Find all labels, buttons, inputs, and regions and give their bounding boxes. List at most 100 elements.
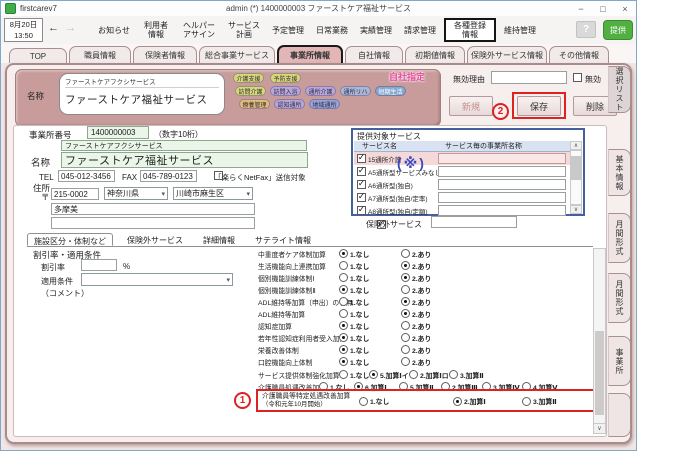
radio-option[interactable]: 1.なし xyxy=(339,345,369,355)
radio-option[interactable]: 2.加算Ⅰ xyxy=(453,396,486,406)
radio-option[interactable]: 2.あり xyxy=(401,285,431,295)
tab-shokuin-jouhou[interactable]: 職員情報 xyxy=(69,46,131,63)
menu-yotei-kanri[interactable]: 予定管理 xyxy=(268,26,308,35)
radio-option[interactable]: 1.なし xyxy=(339,285,369,295)
tel-input[interactable]: 045-012-3456 xyxy=(58,170,115,182)
radio-option[interactable]: 3.加算Ⅱ xyxy=(522,396,557,406)
furigana-input[interactable]: ファーストケアフクシサービス xyxy=(61,140,307,151)
radio-option[interactable]: 1.なし xyxy=(339,249,369,259)
scroll-down-button[interactable]: ∨ xyxy=(570,205,582,214)
postal-input[interactable]: 215-0002 xyxy=(51,188,99,200)
tab-hokengai-service-jouhou[interactable]: 保険外サービス情報 xyxy=(467,46,547,63)
scroll-down-button[interactable]: ∨ xyxy=(593,423,606,434)
service-checkbox[interactable]: ✓ xyxy=(357,193,366,202)
tab-jisha-jouhou[interactable]: 自社情報 xyxy=(345,46,403,63)
radio-option[interactable]: 2.加算Ⅰロ xyxy=(409,370,449,380)
office-number-input[interactable]: 1400000003 xyxy=(87,126,149,139)
date-time-display[interactable]: 8月20日 13:50 xyxy=(4,18,43,42)
service-office-input[interactable] xyxy=(438,192,566,203)
radio-option[interactable]: 3.加算Ⅱ xyxy=(449,370,484,380)
menu-iji-kanri[interactable]: 維持管理 xyxy=(500,26,540,35)
scroll-up-button[interactable]: ∧ xyxy=(570,141,582,150)
fax-input[interactable]: 045-789-0123 xyxy=(140,170,197,182)
invalid-checkbox[interactable] xyxy=(573,73,582,82)
provide-button[interactable]: 提供 xyxy=(603,20,633,40)
service-checkbox[interactable]: ✓ xyxy=(357,180,366,189)
forward-arrow-icon[interactable]: → xyxy=(65,22,76,34)
service-office-input[interactable] xyxy=(438,179,566,190)
side-tab-blank[interactable] xyxy=(608,393,631,437)
name-input[interactable]: ファーストケア福祉サービス xyxy=(61,152,308,168)
radio-option[interactable]: 1.なし xyxy=(339,333,369,343)
radio-option[interactable]: 5.加算Ⅰイ xyxy=(369,370,409,380)
chevron-down-icon: ▾ xyxy=(246,190,250,198)
service-checkbox[interactable]: ✓ xyxy=(357,206,366,215)
badge-houmon-nyuuyoku: 訪問入浴 xyxy=(270,86,301,96)
radio-option[interactable]: 2.あり xyxy=(401,297,431,307)
minimize-button[interactable]: − xyxy=(570,2,592,16)
address-line2-input[interactable] xyxy=(51,217,255,229)
fax-label: FAX xyxy=(122,173,137,182)
outside-service-input[interactable] xyxy=(431,216,517,228)
service-office-input[interactable] xyxy=(438,153,566,164)
side-tab-kihon-jouhou[interactable]: 基本情報 xyxy=(608,149,631,196)
tab-sonota-jouhou[interactable]: その他情報 xyxy=(549,46,609,63)
scrollbar-thumb[interactable] xyxy=(595,331,604,415)
radio-option[interactable]: 2.あり xyxy=(401,321,431,331)
side-tab-gekkan-keishiki-2[interactable]: 月間形式 xyxy=(608,273,631,323)
radio-option[interactable]: 2.あり xyxy=(401,261,431,271)
radio-option[interactable]: 2.あり xyxy=(401,333,431,343)
window-title: admin (*) 1400000003 ファーストケア福祉サービス xyxy=(1,3,636,14)
menu-helper-assign[interactable]: ヘルパーアサイン xyxy=(178,21,220,39)
service-office-input[interactable] xyxy=(438,166,566,177)
prefecture-select[interactable]: 神奈川県 ▾ xyxy=(104,187,168,200)
menu-oshirase[interactable]: お知らせ xyxy=(94,26,134,35)
radio-option[interactable]: 1.なし xyxy=(339,321,369,331)
discount-rate-input[interactable] xyxy=(81,259,117,271)
subtab-shisetsu-kubun-selected[interactable]: 施設区分・体制など xyxy=(27,233,113,246)
radio-option[interactable]: 2.あり xyxy=(401,309,431,319)
city-select[interactable]: 川崎市麻生区 ▾ xyxy=(173,187,253,200)
service-office-input[interactable] xyxy=(438,205,566,216)
back-arrow-icon[interactable]: ← xyxy=(48,22,59,34)
help-button[interactable]: ? xyxy=(576,21,596,38)
new-button[interactable]: 新規 xyxy=(449,96,493,116)
side-tab-sentaku-list[interactable]: 選択リスト xyxy=(608,66,631,113)
radio-option[interactable]: 1.なし xyxy=(339,297,369,307)
service-checkbox[interactable]: ✓ xyxy=(357,154,366,163)
subtab-shousai-jouhou[interactable]: 詳細情報 xyxy=(197,233,241,246)
menu-service-keikaku[interactable]: サービス計画 xyxy=(224,21,264,39)
tab-top[interactable]: TOP xyxy=(9,48,67,63)
tab-shokichi-jouhou[interactable]: 初期値情報 xyxy=(405,46,465,63)
tab-hokensha-jouhou[interactable]: 保険者情報 xyxy=(133,46,197,63)
radio-option[interactable]: 2.あり xyxy=(401,345,431,355)
radio-option[interactable]: 2.あり xyxy=(401,357,431,367)
close-button[interactable]: × xyxy=(614,2,636,16)
tab-sougou-jigyou-service[interactable]: 総合事業サービス xyxy=(199,46,275,63)
tokutei-shoguu-sublabel: （令和元年10月開始） xyxy=(262,399,327,408)
side-tab-gekkan-keishiki-1[interactable]: 月間形式 xyxy=(608,213,631,263)
apply-condition-select[interactable]: ▾ xyxy=(81,273,233,286)
app-window: firstcarev7 admin (*) 1400000003 ファーストケア… xyxy=(0,0,637,451)
radio-option[interactable]: 1.なし xyxy=(339,261,369,271)
maximize-button[interactable]: □ xyxy=(592,2,614,16)
side-tab-jigyousho[interactable]: 事業所 xyxy=(608,336,631,386)
radio-option[interactable]: 2.あり xyxy=(401,273,431,283)
radio-option[interactable]: 1.なし xyxy=(339,273,369,283)
radio-option[interactable]: 2.あり xyxy=(401,249,431,259)
menu-nichijou-gyoumu[interactable]: 日常業務 xyxy=(312,26,352,35)
menu-jisseki-kanri[interactable]: 実績管理 xyxy=(356,26,396,35)
radio-option[interactable]: 1.なし xyxy=(339,370,369,380)
scrollbar-thumb[interactable] xyxy=(571,156,581,180)
address-line1-input[interactable]: 多摩美 xyxy=(51,203,255,215)
radio-option[interactable]: 1.なし xyxy=(339,357,369,367)
service-checkbox[interactable]: ✓ xyxy=(357,167,366,176)
invalid-reason-input[interactable] xyxy=(491,71,567,84)
subtab-hokengai-service[interactable]: 保険外サービス xyxy=(121,233,189,246)
menu-riyousha-jouhou[interactable]: 利用者情報 xyxy=(138,21,174,39)
menu-seikyuu-kanri[interactable]: 請求管理 xyxy=(400,26,440,35)
radio-option[interactable]: 1.なし xyxy=(339,309,369,319)
tab-jigyousho-jouhou-selected[interactable]: 事業所情報 xyxy=(277,45,343,63)
radio-option[interactable]: 1.なし xyxy=(359,396,389,406)
menu-kakushu-touroku-selected[interactable]: 各種登録情報 xyxy=(444,18,496,42)
